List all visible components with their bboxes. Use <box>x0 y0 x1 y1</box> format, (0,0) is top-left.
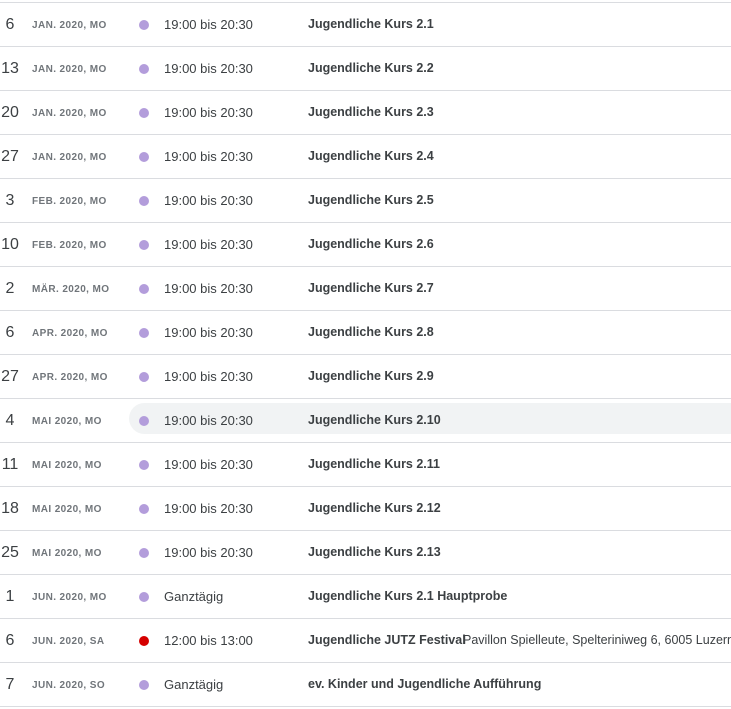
event-month-weekday: MÄR. 2020, MO <box>32 284 110 295</box>
event-title[interactable]: Jugendliche Kurs 2.8 <box>308 311 434 354</box>
event-day-number[interactable]: 6 <box>0 311 22 354</box>
event-month-weekday: FEB. 2020, MO <box>32 196 107 207</box>
event-row[interactable]: 6 APR. 2020, MO 19:00 bis 20:30 Jugendliche… <box>0 310 731 354</box>
event-month-weekday: JUN. 2020, MO <box>32 592 107 603</box>
event-time: 19:00 bis 20:30 <box>164 105 253 120</box>
event-row[interactable]: 10 FEB. 2020, MO 19:00 bis 20:30 Jugendlich… <box>0 222 731 266</box>
event-day-number[interactable]: 6 <box>0 619 22 662</box>
event-title[interactable]: ev. Kinder und Jugendliche Aufführung <box>308 663 541 706</box>
event-title[interactable]: Jugendliche Kurs 2.9 <box>308 355 434 398</box>
event-month-weekday: MAI 2020, MO <box>32 416 102 427</box>
calendar-color-dot-icon <box>139 548 149 558</box>
event-time: 19:00 bis 20:30 <box>164 281 253 296</box>
event-day-number[interactable]: 10 <box>0 223 22 266</box>
event-month-weekday: JAN. 2020, MO <box>32 152 107 163</box>
event-day-number[interactable]: 1 <box>0 575 22 618</box>
calendar-color-dot-icon <box>139 504 149 514</box>
event-time: 19:00 bis 20:30 <box>164 193 253 208</box>
event-row[interactable]: 25 MAI 2020, MO 19:00 bis 20:30 Jugendliche… <box>0 530 731 574</box>
event-title[interactable]: Jugendliche Kurs 2.2 <box>308 47 434 90</box>
event-title[interactable]: Jugendliche Kurs 2.6 <box>308 223 434 266</box>
event-day-number[interactable]: 3 <box>0 179 22 222</box>
event-month-weekday: JAN. 2020, MO <box>32 108 107 119</box>
event-day-number[interactable]: 20 <box>0 91 22 134</box>
event-time: Ganztägig <box>164 589 224 604</box>
calendar-color-dot-icon <box>139 328 149 338</box>
calendar-color-dot-icon <box>139 284 149 294</box>
calendar-color-dot-icon <box>139 460 149 470</box>
event-day-number[interactable]: 6 <box>0 3 22 46</box>
event-month-weekday: MAI 2020, MO <box>32 504 102 515</box>
event-location: Pavillon Spielleute, Spelteriniweg 6, 60… <box>463 633 731 647</box>
event-month-weekday: JUN. 2020, SA <box>32 636 105 647</box>
event-month-weekday: MAI 2020, MO <box>32 460 102 471</box>
calendar-color-dot-icon <box>139 64 149 74</box>
event-title[interactable]: Jugendliche Kurs 2.7 <box>308 267 434 310</box>
event-time: 19:00 bis 20:30 <box>164 369 253 384</box>
event-day-number[interactable]: 4 <box>0 399 22 442</box>
event-title[interactable]: Jugendliche Kurs 2.4 <box>308 135 434 178</box>
event-row[interactable]: 20 JAN. 2020, MO 19:00 bis 20:30 Jugendlich… <box>0 90 731 134</box>
event-month-weekday: JAN. 2020, MO <box>32 64 107 75</box>
event-row[interactable]: 13 JAN. 2020, MO 19:00 bis 20:30 Jugendlich… <box>0 46 731 90</box>
calendar-color-dot-icon <box>139 20 149 30</box>
event-day-number[interactable]: 25 <box>0 531 22 574</box>
calendar-color-dot-icon <box>139 416 149 426</box>
calendar-color-dot-icon <box>139 680 149 690</box>
event-month-weekday: APR. 2020, MO <box>32 328 108 339</box>
event-day-number[interactable]: 11 <box>0 443 22 486</box>
event-month-weekday: JAN. 2020, MO <box>32 20 107 31</box>
event-title[interactable]: Jugendliche Kurs 2.10 <box>308 399 441 442</box>
event-time: 19:00 bis 20:30 <box>164 501 253 516</box>
event-row[interactable]: 6 JUN. 2020, SA 12:00 bis 13:00 Jugendliche… <box>0 618 731 662</box>
calendar-color-dot-icon <box>139 636 149 646</box>
event-time: 19:00 bis 20:30 <box>164 237 253 252</box>
event-time: 19:00 bis 20:30 <box>164 325 253 340</box>
event-row[interactable]: 4 MAI 2020, MO 19:00 bis 20:30 Jugendliche … <box>0 398 731 442</box>
event-row[interactable]: 2 MÄR. 2020, MO 19:00 bis 20:30 Jugendliche… <box>0 266 731 310</box>
agenda-list: 6 JAN. 2020, MO 19:00 bis 20:30 Jugendliche… <box>0 2 731 707</box>
event-day-number[interactable]: 18 <box>0 487 22 530</box>
event-title[interactable]: Jugendliche Kurs 2.1 Hauptprobe <box>308 575 507 618</box>
event-time: Ganztägig <box>164 677 224 692</box>
event-row[interactable]: 6 JAN. 2020, MO 19:00 bis 20:30 Jugendliche… <box>0 2 731 46</box>
event-title[interactable]: Jugendliche Kurs 2.12 <box>308 487 441 530</box>
event-month-weekday: JUN. 2020, SO <box>32 680 106 691</box>
calendar-color-dot-icon <box>139 240 149 250</box>
event-time: 12:00 bis 13:00 <box>164 633 253 648</box>
event-day-number[interactable]: 7 <box>0 663 22 706</box>
event-time: 19:00 bis 20:30 <box>164 61 253 76</box>
event-row[interactable]: 11 MAI 2020, MO 19:00 bis 20:30 Jugendliche… <box>0 442 731 486</box>
event-time: 19:00 bis 20:30 <box>164 413 253 428</box>
event-row[interactable]: 27 JAN. 2020, MO 19:00 bis 20:30 Jugendlich… <box>0 134 731 178</box>
calendar-color-dot-icon <box>139 108 149 118</box>
event-day-number[interactable]: 13 <box>0 47 22 90</box>
event-day-number[interactable]: 27 <box>0 355 22 398</box>
event-month-weekday: MAI 2020, MO <box>32 548 102 559</box>
event-title[interactable]: Jugendliche Kurs 2.1 <box>308 3 434 46</box>
event-row[interactable]: 7 JUN. 2020, SO Ganztägig ev. Kinder und Ju… <box>0 662 731 707</box>
event-time: 19:00 bis 20:30 <box>164 545 253 560</box>
event-day-number[interactable]: 27 <box>0 135 22 178</box>
calendar-color-dot-icon <box>139 152 149 162</box>
event-row[interactable]: 3 FEB. 2020, MO 19:00 bis 20:30 Jugendliche… <box>0 178 731 222</box>
event-title[interactable]: Jugendliche JUTZ Festival <box>308 619 466 662</box>
event-title[interactable]: Jugendliche Kurs 2.11 <box>308 443 440 486</box>
event-row[interactable]: 1 JUN. 2020, MO Ganztägig Jugendliche Kurs … <box>0 574 731 618</box>
event-month-weekday: FEB. 2020, MO <box>32 240 107 251</box>
calendar-color-dot-icon <box>139 592 149 602</box>
event-row[interactable]: 27 APR. 2020, MO 19:00 bis 20:30 Jugendlich… <box>0 354 731 398</box>
event-title[interactable]: Jugendliche Kurs 2.5 <box>308 179 434 222</box>
event-title[interactable]: Jugendliche Kurs 2.13 <box>308 531 441 574</box>
event-month-weekday: APR. 2020, MO <box>32 372 108 383</box>
calendar-color-dot-icon <box>139 372 149 382</box>
event-time: 19:00 bis 20:30 <box>164 17 253 32</box>
event-time: 19:00 bis 20:30 <box>164 457 253 472</box>
calendar-color-dot-icon <box>139 196 149 206</box>
event-time: 19:00 bis 20:30 <box>164 149 253 164</box>
event-day-number[interactable]: 2 <box>0 267 22 310</box>
event-title[interactable]: Jugendliche Kurs 2.3 <box>308 91 434 134</box>
event-row[interactable]: 18 MAI 2020, MO 19:00 bis 20:30 Jugendliche… <box>0 486 731 530</box>
